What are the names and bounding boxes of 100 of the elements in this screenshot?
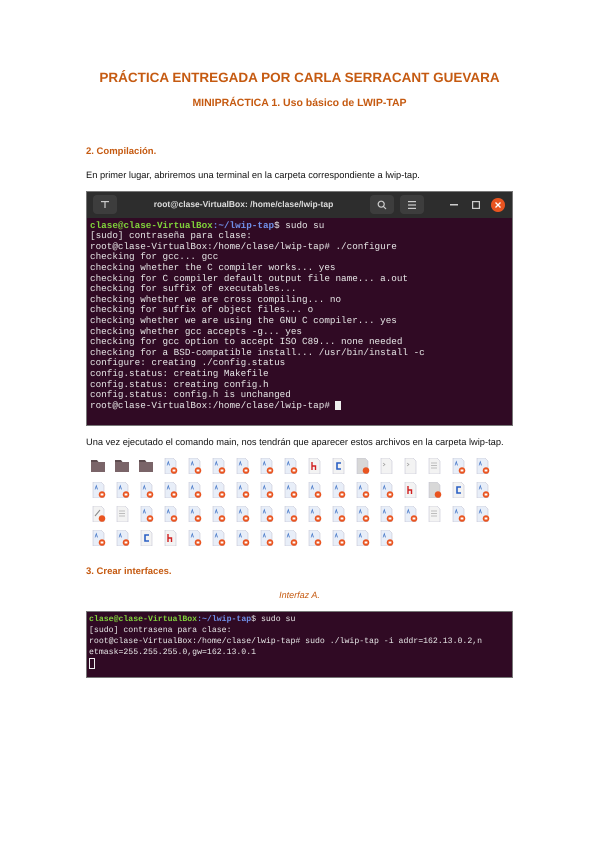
source-file-icon[interactable]	[211, 482, 226, 498]
output-line: checking for C compiler default output file name... a.out	[90, 272, 408, 284]
output-line: root@clase-VirtualBox:/home/clase/lwip-tap# sudo ./lwip-tap -i addr=162.13.0.2,n	[89, 636, 482, 646]
folder-icon[interactable]	[139, 458, 154, 474]
source-file-icon[interactable]	[235, 506, 250, 522]
source-file-icon[interactable]	[187, 458, 202, 474]
source-file-icon[interactable]	[283, 530, 298, 546]
minimize-icon	[450, 204, 458, 206]
source-file-icon[interactable]	[355, 506, 370, 522]
source-file-icon[interactable]	[331, 530, 346, 546]
script-file-icon[interactable]	[91, 506, 106, 522]
output-line: checking for a BSD-compatible install... /usr/bin/install -c	[90, 346, 425, 358]
paragraph: En primer lugar, abriremos una terminal en la carpeta correspondiente a lwip-tap.	[86, 169, 421, 182]
source-file-icon[interactable]	[475, 506, 490, 522]
source-file-icon[interactable]	[211, 530, 226, 546]
source-file-icon[interactable]	[331, 482, 346, 498]
output-line: config.status: config.h is unchanged	[90, 389, 291, 400]
source-file-icon[interactable]	[379, 530, 394, 546]
search-icon	[377, 200, 387, 210]
source-file-icon[interactable]	[139, 506, 154, 522]
text-file-icon[interactable]	[427, 458, 442, 474]
source-file-icon[interactable]	[451, 506, 466, 522]
output-line: config.status: creating config.h	[90, 378, 269, 390]
source-file-icon[interactable]	[307, 530, 322, 546]
source-file-icon[interactable]	[163, 506, 178, 522]
command-text: $ sudo su	[274, 220, 324, 231]
text-file-icon[interactable]	[115, 506, 130, 522]
output-line: configure: creating ./config.status	[90, 357, 286, 368]
source-file-icon[interactable]	[451, 458, 466, 474]
output-line: checking whether we are using the GNU C compiler... yes	[90, 314, 397, 326]
source-file-icon[interactable]	[91, 530, 106, 546]
c-file-icon[interactable]	[139, 530, 154, 546]
document-title: PRÁCTICA ENTREGADA POR CARLA SERRACANT GUEVARA	[98, 70, 501, 86]
output-line: checking whether we are cross compiling... no	[90, 294, 342, 305]
output-line: [sudo] contraseña para clase:	[90, 230, 252, 242]
new-tab-button[interactable]	[93, 195, 117, 214]
source-file-icon[interactable]	[139, 482, 154, 498]
output-line: checking for suffix of executables...	[90, 283, 296, 294]
source-file-icon[interactable]	[163, 482, 178, 498]
source-file-icon[interactable]	[187, 482, 202, 498]
output-line: root@clase-VirtualBox:/home/clase/lwip-tap# ./configure	[90, 240, 397, 252]
source-file-icon[interactable]	[187, 530, 202, 546]
source-file-icon[interactable]	[115, 530, 130, 546]
source-file-icon[interactable]	[259, 530, 274, 546]
source-file-icon[interactable]	[259, 458, 274, 474]
c-file-icon[interactable]	[451, 482, 466, 498]
source-file-icon[interactable]	[355, 482, 370, 498]
text-cursor	[335, 400, 342, 410]
source-file-icon[interactable]	[307, 506, 322, 522]
source-file-icon[interactable]	[235, 482, 250, 498]
document-subtitle: MINIPRÁCTICA 1. Uso básico de LWIP-TAP	[191, 97, 408, 110]
source-file-icon[interactable]	[475, 458, 490, 474]
source-file-icon[interactable]	[187, 506, 202, 522]
source-file-icon[interactable]	[283, 506, 298, 522]
source-file-icon[interactable]	[355, 530, 370, 546]
prompt-path: :~/lwip-tap	[197, 614, 252, 624]
close-icon	[491, 198, 505, 212]
folder-icon[interactable]	[91, 458, 106, 474]
source-file-icon[interactable]	[163, 458, 178, 474]
folder-icon[interactable]	[115, 458, 130, 474]
source-file-icon[interactable]	[283, 482, 298, 498]
source-file-icon[interactable]	[115, 482, 130, 498]
section-heading: 2. Compilación.	[86, 146, 158, 158]
prompt-user: clase@clase-VirtualBox	[90, 220, 213, 231]
source-file-icon[interactable]	[259, 506, 274, 522]
figure-caption: Interfaz A.	[278, 589, 321, 602]
output-line: checking whether the C compiler works... yes	[90, 262, 336, 274]
close-button[interactable]	[490, 196, 506, 213]
maximize-icon	[472, 200, 480, 209]
output-line: [sudo] contrasena para clase:	[89, 626, 232, 635]
c-file-icon[interactable]	[331, 458, 346, 474]
prompt-path: :~/lwip-tap	[212, 220, 274, 231]
source-file-icon[interactable]	[403, 506, 418, 522]
output-line: config.status: creating Makefile	[90, 368, 269, 379]
command-text: $ sudo su	[251, 614, 296, 624]
header-file-icon[interactable]	[403, 482, 418, 498]
source-file-icon[interactable]	[331, 506, 346, 522]
source-file-icon[interactable]	[211, 506, 226, 522]
prompt-line: root@clase-VirtualBox:/home/clase/lwip-tap#	[90, 400, 331, 411]
paragraph: Una vez ejecutado el comando main, nos tendrán que aparecer estos archivos en la carpeta lwip-tap.	[86, 436, 505, 450]
source-file-icon[interactable]	[379, 482, 394, 498]
source-file-icon[interactable]	[259, 482, 274, 498]
source-file-icon[interactable]	[211, 458, 226, 474]
text-cursor	[89, 658, 95, 669]
source-file-icon[interactable]	[235, 530, 250, 546]
source-file-icon[interactable]	[307, 482, 322, 498]
image-file-icon[interactable]	[427, 482, 442, 498]
source-file-icon[interactable]	[91, 482, 106, 498]
text-file-icon[interactable]	[427, 506, 442, 522]
source-file-icon[interactable]	[235, 458, 250, 474]
search-button[interactable]	[370, 195, 394, 214]
source-file-icon[interactable]	[475, 482, 490, 498]
source-file-icon[interactable]	[283, 458, 298, 474]
header-file-icon[interactable]	[307, 458, 322, 474]
image-file-icon[interactable]	[355, 458, 370, 474]
source-file-icon[interactable]	[379, 506, 394, 522]
menu-button[interactable]	[400, 195, 424, 214]
section-heading: 3. Crear interfaces.	[86, 566, 173, 578]
output-line: checking whether gcc accepts -g... yes	[90, 326, 302, 337]
header-file-icon[interactable]	[163, 530, 178, 546]
